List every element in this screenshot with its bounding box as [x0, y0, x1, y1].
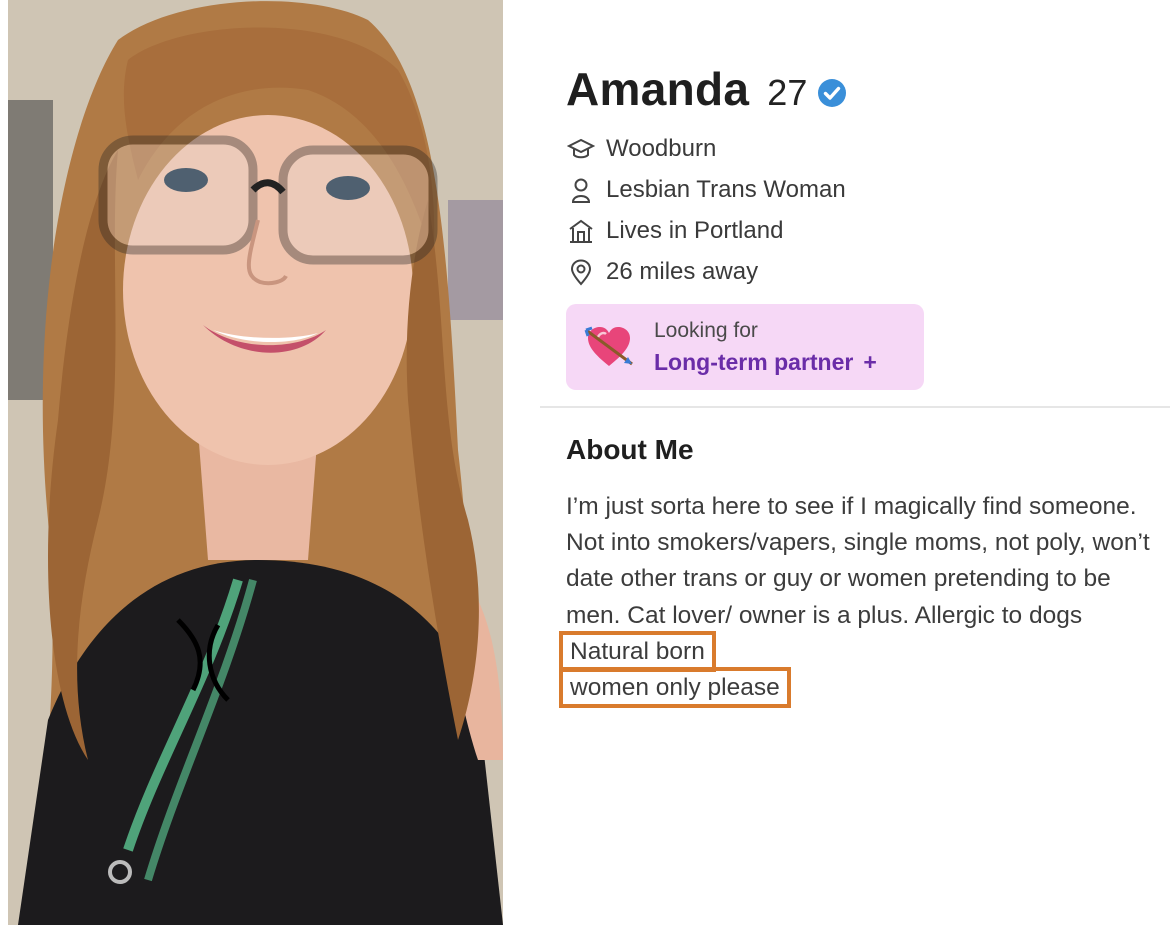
section-divider: [540, 406, 1170, 408]
person-icon: [566, 175, 596, 205]
heart-with-arrow-icon: [584, 326, 633, 366]
looking-for-text: Looking for Long-term partner +: [654, 319, 877, 376]
about-me-text: I’m just sorta here to see if I magicall…: [559, 489, 1166, 709]
detail-education: Woodburn: [566, 128, 846, 169]
highlight-box-line2: women only please: [559, 667, 791, 709]
looking-for-card[interactable]: Looking for Long-term partner +: [566, 304, 924, 390]
about-me-body: I’m just sorta here to see if I magicall…: [566, 493, 1150, 629]
name-row: Amanda 27: [566, 62, 847, 116]
profile-age: 27: [767, 72, 808, 113]
detail-distance-text: 26 miles away: [606, 257, 759, 285]
profile-details: Woodburn Lesbian Trans Woman Lives in Po…: [566, 128, 846, 292]
about-me-title: About Me: [566, 434, 694, 465]
profile-panel: Amanda 27 Woodburn Lesbian Trans Woman L…: [540, 0, 1170, 925]
looking-for-plus: +: [863, 348, 877, 375]
looking-for-label: Looking for: [654, 318, 758, 342]
graduation-cap-icon: [566, 134, 596, 164]
profile-photo-illustration: [8, 0, 503, 925]
highlight-box-line1: Natural born: [559, 630, 716, 672]
looking-for-value-row: Long-term partner +: [654, 349, 877, 376]
profile-name: Amanda: [566, 63, 750, 115]
detail-residence-text: Lives in Portland: [606, 216, 784, 244]
detail-identity-text: Lesbian Trans Woman: [606, 175, 846, 203]
detail-residence: Lives in Portland: [566, 210, 846, 251]
profile-photo[interactable]: [8, 0, 503, 925]
home-icon: [566, 216, 596, 246]
detail-education-text: Woodburn: [606, 134, 717, 162]
detail-distance: 26 miles away: [566, 251, 846, 292]
looking-for-value: Long-term partner: [654, 348, 854, 375]
detail-identity: Lesbian Trans Woman: [566, 169, 846, 210]
location-pin-icon: [566, 257, 596, 287]
verified-badge-icon: [818, 79, 847, 107]
